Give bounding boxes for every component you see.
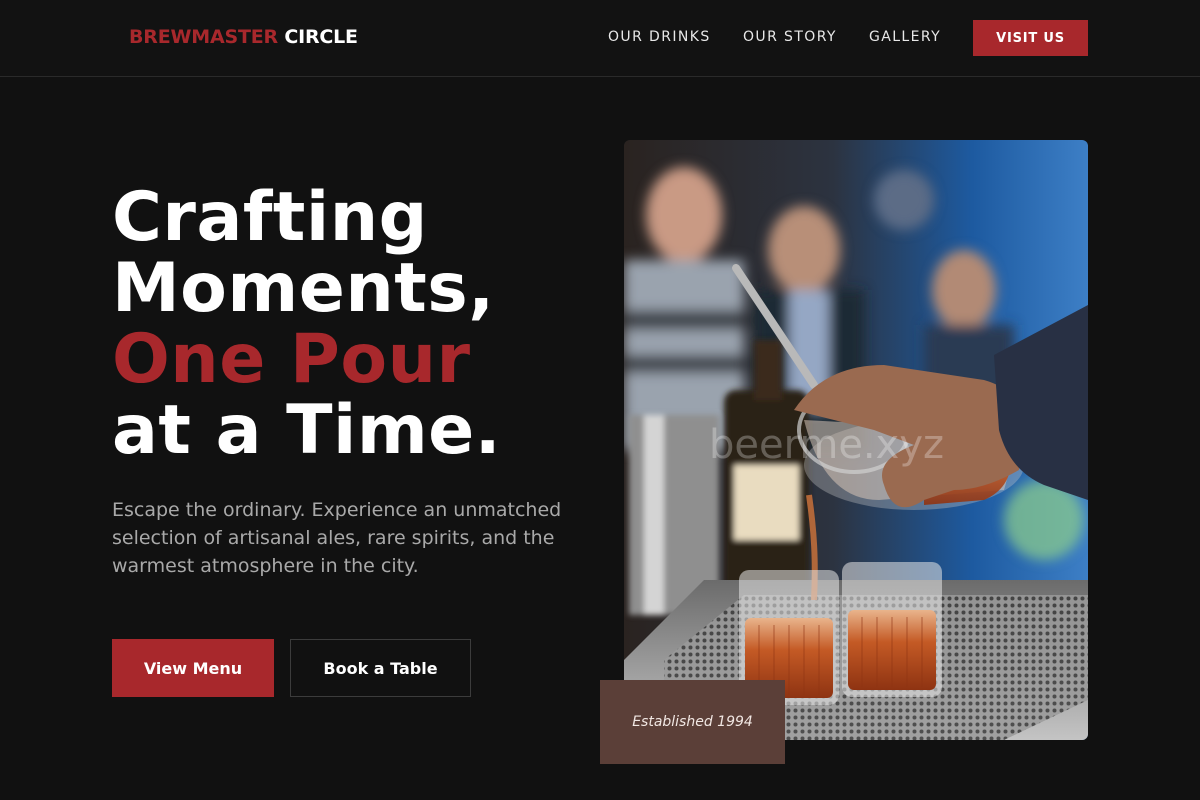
nav-link-gallery[interactable]: GALLERY [869,29,941,45]
headline-line-1: Crafting [112,178,428,257]
book-table-button[interactable]: Book a Table [290,639,471,697]
nav-link-our-drinks[interactable]: OUR DRINKS [608,29,711,45]
logo-suffix-word: CIRCLE [284,26,358,48]
established-text: Established 1994 [632,714,753,730]
nav-link-our-story[interactable]: OUR STORY [743,29,837,45]
headline-line-2: Moments, [112,249,495,328]
navbar: BREWMASTER CIRCLE OUR DRINKS OUR STORY G… [0,0,1200,77]
logo-brand-word: BREWMASTER [129,26,278,48]
hero-headline: Crafting Moments, One Pour at a Time. [112,182,582,466]
hero-description: Escape the ordinary. Experience an unmat… [112,499,562,577]
visit-us-button[interactable]: VISIT US [973,20,1088,56]
headline-line-3: One Pour [112,320,471,399]
established-badge: Established 1994 [600,680,785,764]
photo-watermark: beerme.xyz [709,422,944,468]
headline-line-4: at a Time. [112,391,502,470]
view-menu-button[interactable]: View Menu [112,639,274,697]
logo[interactable]: BREWMASTER CIRCLE [129,26,358,48]
bartender-pouring-image: beerme.xyz [624,140,1088,740]
hero-bar-photo: beerme.xyz [624,140,1088,740]
